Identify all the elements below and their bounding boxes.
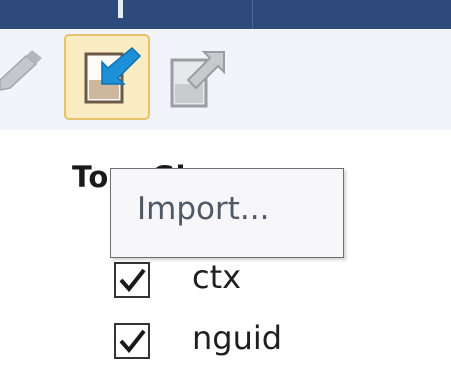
checkbox-ctx[interactable] bbox=[114, 262, 150, 298]
row-label: ctx bbox=[192, 258, 242, 296]
checkbox-nguid[interactable] bbox=[114, 323, 150, 359]
title-bar-marker bbox=[118, 0, 123, 18]
checkmark-icon bbox=[119, 268, 146, 293]
import-icon bbox=[84, 46, 142, 104]
tooltip-text: Import... bbox=[137, 191, 270, 227]
import-tooltip: Import... bbox=[110, 168, 344, 258]
title-bar-separator bbox=[252, 0, 253, 29]
export-icon bbox=[170, 51, 225, 108]
import-button[interactable] bbox=[64, 34, 150, 120]
checkmark-icon bbox=[119, 329, 146, 354]
window-title-bar bbox=[0, 0, 451, 29]
row-label: nguid bbox=[192, 319, 283, 357]
pencil-icon[interactable] bbox=[0, 50, 44, 94]
export-button[interactable] bbox=[166, 40, 226, 114]
